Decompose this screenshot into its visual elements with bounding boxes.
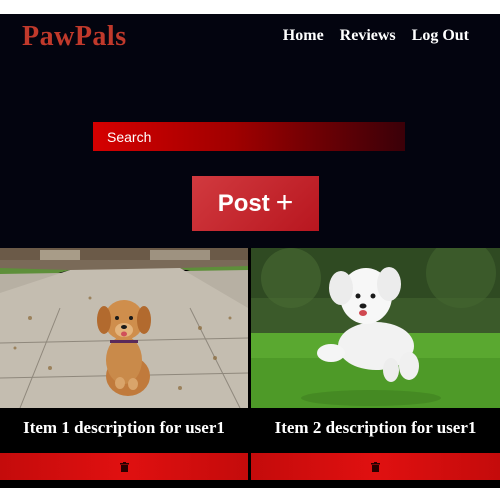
header-hero: PawPals Home Reviews Log Out Post + — [0, 14, 500, 248]
top-strip — [0, 0, 500, 14]
nav-logout-link[interactable]: Log Out — [412, 27, 469, 45]
items-grid: Item 1 description for user1 Item 2 desc… — [0, 248, 500, 488]
main-nav: Home Reviews Log Out — [283, 27, 469, 45]
trash-icon — [371, 461, 380, 472]
golden-retriever-puppy-photo[interactable] — [0, 248, 248, 408]
bottom-strip — [0, 488, 500, 500]
plus-icon: + — [275, 185, 294, 219]
post-button[interactable]: Post + — [192, 176, 319, 231]
nav-reviews-link[interactable]: Reviews — [340, 27, 396, 45]
nav-home-link[interactable]: Home — [283, 27, 324, 45]
item-description: Item 1 description for user1 — [23, 418, 225, 437]
trash-icon — [119, 461, 129, 472]
brand-logo[interactable]: PawPals — [22, 21, 127, 53]
item-description: Item 2 description for user1 — [274, 418, 477, 437]
post-button-label: Post — [217, 189, 270, 217]
item-card: Item 2 description for user1 — [251, 248, 500, 484]
delete-button[interactable] — [251, 453, 500, 480]
white-fluffy-dog-photo[interactable] — [251, 248, 500, 408]
delete-button[interactable] — [0, 453, 248, 480]
item-card: Item 1 description for user1 — [0, 248, 248, 484]
search-input[interactable] — [93, 122, 405, 151]
